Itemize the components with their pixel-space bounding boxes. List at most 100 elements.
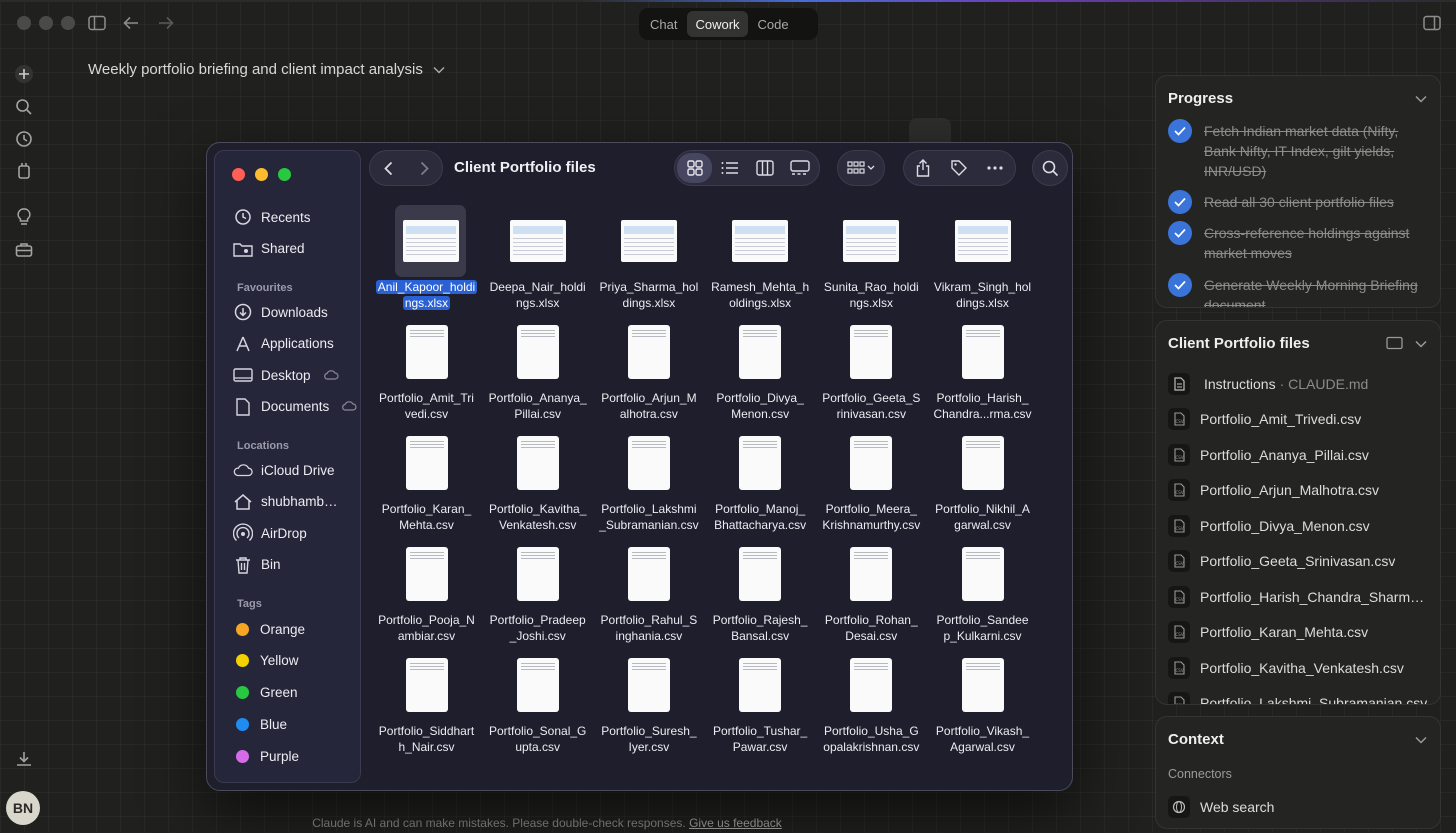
zoom-window-icon[interactable] [61,16,75,30]
instructions-file[interactable]: Instructions · CLAUDE.md [1168,371,1430,397]
tag-blue[interactable]: Blue [233,713,359,735]
tab-code[interactable]: Code [750,11,797,37]
sidebar-item-label: Documents [261,399,330,414]
conversation-title[interactable]: Weekly portfolio briefing and client imp… [88,61,445,78]
sidebar-item-icloud-drive[interactable]: iCloud Drive [233,459,359,481]
panel-file-item[interactable]: CSV Portfolio_Lakshmi_Subramanian.csv [1168,690,1430,704]
file-item[interactable]: Portfolio_Tushar_ Pawar.csv [705,643,816,754]
file-item[interactable]: Portfolio_Divya_ Menon.csv [705,310,816,421]
new-chat-plus-icon[interactable] [13,63,35,85]
file-item[interactable]: Priya_Sharma_hol dings.xlsx [593,199,704,310]
sidebar-item-applications[interactable]: Applications [233,333,359,355]
sidebar-item-shubhambose[interactable]: shubhambose [233,491,359,513]
panel-file-item[interactable]: CSV Portfolio_Ananya_Pillai.csv [1168,442,1430,468]
finder-back-icon[interactable] [370,153,406,183]
more-options-icon[interactable] [977,153,1013,183]
tag-purple[interactable]: Purple [233,745,359,767]
search-icon[interactable] [13,96,35,118]
sidebar-item-airdrop[interactable]: AirDrop [233,522,359,544]
file-item[interactable]: Portfolio_Meera_ Krishnamurthy.csv [816,421,927,532]
sidebar-item-bin[interactable]: Bin [233,554,359,576]
panel-file-item[interactable]: CSV Portfolio_Amit_Trivedi.csv [1168,406,1430,432]
sidebar-toggle-icon[interactable] [86,12,108,34]
csv-file-icon [961,547,1004,601]
file-item[interactable]: Portfolio_Vikash_ Agarwal.csv [927,643,1038,754]
folder-icon[interactable] [1386,336,1403,350]
sidebar-item-shared[interactable]: Shared [233,238,359,260]
close-window-icon[interactable] [17,16,31,30]
chevron-down-icon[interactable] [1414,733,1428,747]
file-item[interactable]: Deepa_Nair_holdi ngs.xlsx [482,199,593,310]
file-item[interactable]: WeeklBriefin [1038,199,1072,309]
file-item[interactable]: Portfolio_Sonal_G upta.csv [482,643,593,754]
lightbulb-icon[interactable] [13,206,35,228]
file-item[interactable]: Portfolio_Pradeep _Joshi.csv [482,532,593,643]
icon-view-icon[interactable] [677,153,712,183]
file-item[interactable]: Portfolio_Pooja_N ambiar.csv [371,532,482,643]
file-item[interactable]: Portfolio_Ananya_ Pillai.csv [482,310,593,421]
briefcase-icon[interactable] [13,239,35,261]
file-item[interactable]: Portfolio_Geeta_S rinivasan.csv [816,310,927,421]
file-item[interactable]: Portfolio_Usha_G opalakrishnan.csv [816,643,927,754]
project-icon[interactable] [13,160,35,182]
tag-orange[interactable]: Orange [233,618,359,640]
gallery-view-icon[interactable] [782,153,817,183]
file-item[interactable]: Portfolio_Siddhart h_Nair.csv [371,643,482,754]
panel-file-item[interactable]: CSV Portfolio_Karan_Mehta.csv [1168,619,1430,645]
clock-icon[interactable] [13,128,35,150]
feedback-link[interactable]: Give us feedback [689,816,782,830]
download-icon[interactable] [13,748,35,770]
forward-arrow-icon[interactable] [155,12,177,34]
group-by-button[interactable] [837,150,885,186]
finder-search-button[interactable] [1032,150,1068,186]
file-item[interactable]: Portfolio_Sandee p_Kulkarni.csv [927,532,1038,643]
file-item[interactable]: Portfolio_Manoj_ Bhattacharya.csv [705,421,816,532]
file-item[interactable]: Anil_Kapoor_holdi ngs.xlsx [371,199,482,310]
tag-icon[interactable] [941,153,977,183]
panel-file-item[interactable]: CSV Portfolio_Geeta_Srinivasan.csv [1168,548,1430,574]
file-item[interactable]: Portfolio_Amit_Tri vedi.csv [371,310,482,421]
file-item[interactable]: Portfolio_Kavitha_ Venkatesh.csv [482,421,593,532]
sidebar-item-documents[interactable]: Documents [233,396,359,418]
panel-file-item[interactable]: CSV Portfolio_Kavitha_Venkatesh.csv [1168,655,1430,681]
right-panel-toggle-icon[interactable] [1421,12,1443,34]
file-item[interactable]: Vikram_Singh_hol dings.xlsx [927,199,1038,310]
file-item[interactable]: Portfolio_Rahul_S inghania.csv [593,532,704,643]
tag-green[interactable]: Green [233,682,359,704]
file-item[interactable]: Portfolio_Rohan_ Desai.csv [816,532,927,643]
file-item[interactable]: Portfolio_Nikhil_A garwal.csv [927,421,1038,532]
file-item[interactable]: Sunita_Rao_holdi ngs.xlsx [816,199,927,310]
sidebar-item-desktop[interactable]: Desktop [233,364,359,386]
chevron-down-icon[interactable] [1414,92,1428,106]
file-item[interactable]: Portfolio_Arjun_M alhotra.csv [593,310,704,421]
share-icon[interactable] [905,153,941,183]
tab-cowork[interactable]: Cowork [687,11,748,37]
column-view-icon[interactable] [747,153,782,183]
file-item[interactable]: Portfolio_Harish_ Chandra...rma.csv [927,310,1038,421]
finder-close-icon[interactable] [232,168,245,181]
file-item[interactable]: Portfolio_Suresh_ Iyer.csv [593,643,704,754]
finder-forward-icon[interactable] [406,153,442,183]
file-item[interactable]: Portfolio_Lakshmi _Subramanian.csv [593,421,704,532]
list-view-icon[interactable] [712,153,747,183]
minimize-window-icon[interactable] [39,16,53,30]
panel-file-item[interactable]: CSV Portfolio_Harish_Chandra_Sharma.csv [1168,584,1430,610]
tab-chat[interactable]: Chat [642,11,685,37]
file-item[interactable]: Ramesh_Mehta_h oldings.xlsx [705,199,816,310]
sidebar-item-downloads[interactable]: Downloads [233,301,359,323]
panel-file-item[interactable]: CSV Portfolio_Arjun_Malhotra.csv [1168,477,1430,503]
sidebar-item-recents[interactable]: Recents [233,206,359,228]
finder-minimize-icon[interactable] [255,168,268,181]
tag-yellow[interactable]: Yellow [233,650,359,672]
back-arrow-icon[interactable] [120,12,142,34]
progress-item-text: Cross-reference holdings against market … [1204,225,1410,261]
file-thumbnail [593,205,704,277]
chevron-down-icon[interactable] [1414,337,1428,351]
panel-file-item[interactable]: CSV Portfolio_Divya_Menon.csv [1168,513,1430,539]
file-item[interactable]: Portfolio_Rajesh_ Bansal.csv [705,532,816,643]
file-item[interactable]: Portfolio_Karan_ Mehta.csv [371,421,482,532]
finder-zoom-icon[interactable] [278,168,291,181]
tag-grey[interactable]: Grey [233,777,359,782]
connector-web-search[interactable]: Web search [1168,794,1430,820]
file-name-line-1: Portfolio_Sandee [936,613,1029,627]
